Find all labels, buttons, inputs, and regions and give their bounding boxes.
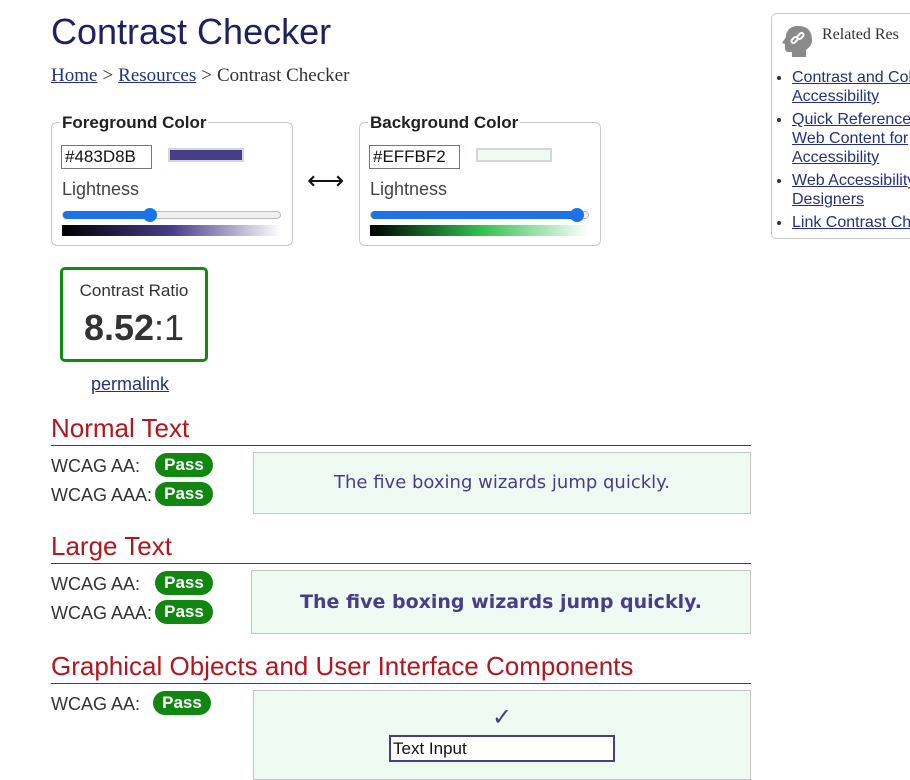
breadcrumb: Home > Resources > Contrast Checker xyxy=(51,64,349,88)
related-resource-link-text: Link Contrast Ch xyxy=(792,214,910,231)
normal-aaa-label: WCAG AAA: xyxy=(51,485,153,505)
breadcrumb-home-link[interactable]: Home xyxy=(51,65,97,86)
swap-arrows-icon[interactable]: ⟷ xyxy=(307,166,344,194)
background-color-swatch[interactable] xyxy=(476,148,552,162)
checkmark-icon: ✓ xyxy=(491,704,513,731)
foreground-lightness-label: Lightness xyxy=(62,179,140,199)
foreground-hex-input[interactable]: #483D8B xyxy=(61,145,152,169)
related-resources-list: Contrast and ColAccessibilityQuick Refer… xyxy=(776,68,910,236)
contrast-ratio-number: 8.52 xyxy=(83,307,155,348)
graphical-sample: ✓ Text Input xyxy=(253,690,751,780)
foreground-lightness-gradient xyxy=(62,225,281,236)
foreground-slider-fill xyxy=(63,211,150,219)
related-resource-link[interactable]: Contrast and Col Accessibility xyxy=(792,69,910,105)
foreground-color-group: Foreground Color #483D8B Lightness xyxy=(51,113,293,246)
foreground-slider-thumb[interactable] xyxy=(142,208,157,222)
normal-text-sample: The five boxing wizards jump quickly. xyxy=(253,452,751,514)
page-title: Contrast Checker xyxy=(51,11,332,52)
background-slider-thumb[interactable] xyxy=(570,208,585,222)
permalink-link[interactable]: permalink xyxy=(91,374,169,395)
related-resource-link-text: Accessibility xyxy=(792,88,880,105)
related-resource-link-text: Contrast and Col xyxy=(792,69,910,86)
related-resource-link[interactable]: Web Accessibility Designers xyxy=(792,172,910,208)
background-slider-fill xyxy=(371,211,578,219)
breadcrumb-resources-link[interactable]: Resources xyxy=(118,65,196,86)
text-input-sample[interactable]: Text Input xyxy=(389,735,615,762)
related-resource-item: Contrast and Col Accessibility xyxy=(792,68,910,106)
related-resource-link[interactable]: Link Contrast Ch xyxy=(792,214,910,231)
contrast-ratio-value: 8.52:1 xyxy=(63,306,205,350)
background-color-group: Background Color #EFFBF2 Lightness xyxy=(359,113,601,246)
related-resource-link-text: Web Accessibility xyxy=(792,172,910,189)
related-resource-link-text: Designers xyxy=(792,191,865,208)
large-text-heading: Large Text xyxy=(51,531,751,564)
related-resource-item: Quick Reference: Web Content for Accessibi… xyxy=(792,110,910,167)
related-resource-link-text: Web Content for xyxy=(792,130,909,147)
related-resources-title: Related Res xyxy=(822,26,899,43)
graphical-objects-heading: Graphical Objects and User Interface Com… xyxy=(51,651,751,684)
normal-aa-label: WCAG AA: xyxy=(51,456,141,476)
background-lightness-gradient xyxy=(370,225,589,236)
foreground-color-swatch[interactable] xyxy=(168,148,244,162)
breadcrumb-separator: > xyxy=(102,65,114,86)
contrast-ratio-label: Contrast Ratio xyxy=(79,281,189,300)
related-resources-header: Related Res xyxy=(782,20,910,57)
breadcrumb-current: Contrast Checker xyxy=(216,65,350,86)
contrast-ratio-box: Contrast Ratio 8.52:1 xyxy=(60,267,208,362)
related-resource-item: Web Accessibility Designers xyxy=(792,171,910,209)
background-lightness-slider[interactable] xyxy=(370,208,589,222)
related-resource-link-text: Quick Reference: xyxy=(792,111,910,128)
graphical-aa-label: WCAG AA: xyxy=(51,694,141,714)
related-resources-panel: Related Res Contrast and Col Accessibilit… xyxy=(771,13,910,239)
chain-link-icon xyxy=(782,26,812,57)
large-aaa-pass-badge: Pass xyxy=(155,600,213,624)
related-resource-item: Link Contrast Ch xyxy=(792,213,910,232)
large-aaa-label: WCAG AAA: xyxy=(51,603,153,623)
related-resource-link[interactable]: Quick Reference: Web Content for Accessibi… xyxy=(792,111,910,166)
normal-aaa-pass-badge: Pass xyxy=(155,482,213,506)
related-resource-link-text: Accessibility xyxy=(792,149,880,166)
large-aa-label: WCAG AA: xyxy=(51,574,141,594)
contrast-ratio-suffix: :1 xyxy=(154,307,185,348)
large-aa-pass-badge: Pass xyxy=(155,571,213,595)
breadcrumb-separator: > xyxy=(201,65,212,86)
foreground-legend: Foreground Color xyxy=(60,113,209,133)
normal-aa-pass-badge: Pass xyxy=(155,453,213,477)
background-lightness-label: Lightness xyxy=(370,179,448,199)
graphical-aa-pass-badge: Pass xyxy=(153,691,211,715)
background-hex-input[interactable]: #EFFBF2 xyxy=(369,145,460,169)
normal-text-heading: Normal Text xyxy=(51,413,751,446)
large-text-sample: The five boxing wizards jump quickly. xyxy=(251,570,751,634)
foreground-lightness-slider[interactable] xyxy=(62,208,281,222)
background-legend: Background Color xyxy=(368,113,521,133)
